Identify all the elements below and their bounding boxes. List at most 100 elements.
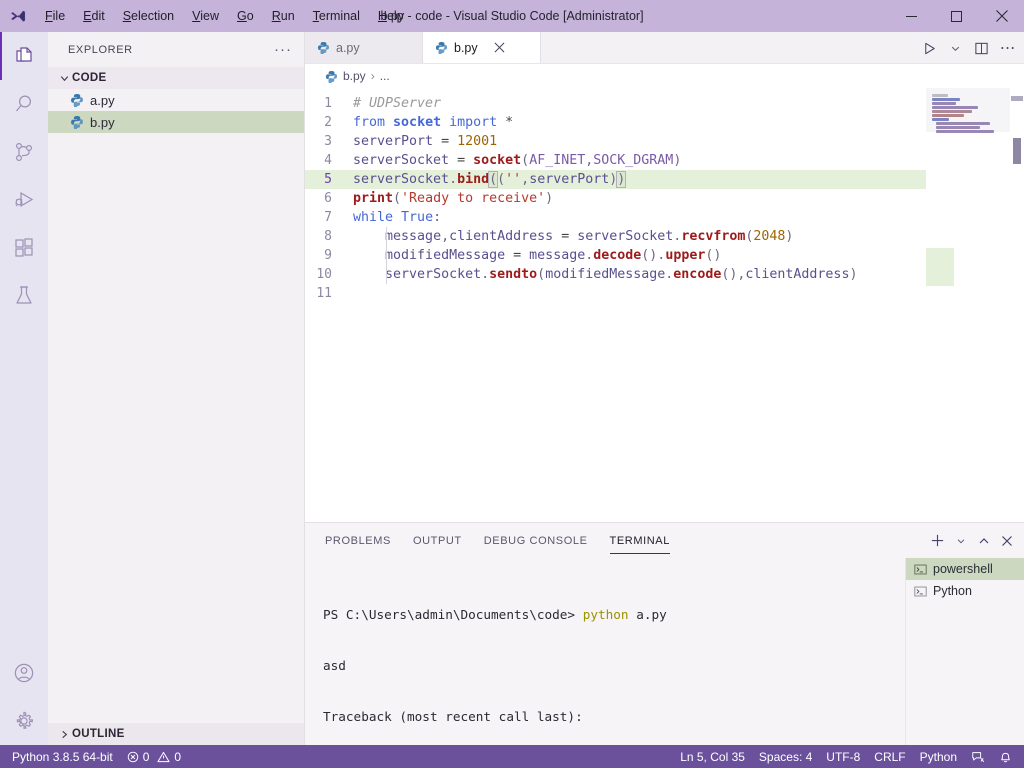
file-item-b-py[interactable]: b.py — [48, 111, 304, 133]
close-panel-button[interactable] — [995, 523, 1018, 558]
breadcrumb[interactable]: b.py › ... — [305, 64, 1024, 88]
sidebar-title: EXPLORER — [68, 43, 133, 56]
python-file-icon — [70, 115, 84, 129]
tab-b-py[interactable]: b.py — [423, 32, 541, 63]
tab-a-py[interactable]: a.py — [305, 32, 423, 63]
breadcrumb-trail[interactable]: ... — [380, 69, 390, 83]
breadcrumb-separator: › — [370, 69, 375, 83]
status-eol[interactable]: CRLF — [867, 745, 912, 768]
code-line-1: 1 # UDPServer — [305, 94, 1024, 113]
line-content: serverSocket.bind(('',serverPort)) — [353, 171, 627, 188]
code-editor[interactable]: 1 # UDPServer 2 from socket import * 3 s… — [305, 88, 1024, 522]
status-indentation[interactable]: Spaces: 4 — [752, 745, 819, 768]
terminal-icon — [914, 585, 927, 598]
maximize-panel-button[interactable] — [972, 523, 995, 558]
sidebar-item-source-control[interactable] — [0, 128, 48, 176]
sidebar-item-search[interactable] — [0, 80, 48, 128]
python-file-icon — [325, 70, 338, 83]
accounts-button[interactable] — [0, 649, 48, 697]
menu-file[interactable]: File — [36, 0, 74, 32]
status-language-mode[interactable]: Python — [913, 745, 964, 768]
terminal-output[interactable]: PS C:\Users\admin\Documents\code> python… — [305, 558, 905, 768]
status-error-count: 0 — [142, 749, 150, 764]
bottom-panel: PROBLEMS OUTPUT DEBUG CONSOLE TERMINAL P… — [305, 522, 1024, 768]
close-icon[interactable] — [494, 42, 505, 53]
split-editor-right-button[interactable] — [968, 32, 994, 64]
minimap-slider[interactable] — [926, 88, 1010, 132]
ellipsis-icon — [1000, 46, 1014, 50]
terminal-instances-list: powershell Python — [905, 558, 1024, 768]
line-number: 10 — [316, 267, 332, 282]
menu-go[interactable]: Go — [228, 0, 263, 32]
run-debug-icon — [15, 191, 34, 208]
sidebar-item-extensions[interactable] — [0, 224, 48, 272]
status-notifications-button[interactable] — [992, 745, 1024, 768]
status-python-version[interactable]: Python 3.8.5 64-bit — [0, 745, 120, 768]
chevron-down-icon — [951, 46, 959, 51]
status-cursor-position[interactable]: Ln 5, Col 35 — [673, 745, 752, 768]
status-feedback-button[interactable] — [964, 745, 992, 768]
chevron-right-icon — [56, 729, 72, 740]
maximize-button[interactable] — [934, 0, 979, 32]
tab-problems[interactable]: PROBLEMS — [325, 523, 391, 558]
window-controls[interactable] — [889, 0, 1024, 32]
menu-terminal[interactable]: Terminal — [304, 0, 369, 32]
menu-selection[interactable]: Selection — [114, 0, 183, 32]
folder-row-code[interactable]: CODE — [48, 67, 304, 89]
split-editor-icon — [974, 42, 988, 54]
minimap[interactable] — [926, 88, 1010, 522]
menu-bar[interactable]: File Edit Selection View Go Run Terminal… — [36, 0, 413, 32]
line-number: 9 — [324, 248, 332, 263]
menu-edit[interactable]: Edit — [74, 0, 114, 32]
line-number: 3 — [324, 134, 332, 149]
status-problems[interactable]: 0 0 — [120, 745, 188, 768]
menu-help[interactable]: Help — [369, 0, 413, 32]
status-encoding[interactable]: UTF-8 — [819, 745, 867, 768]
breadcrumb-file[interactable]: b.py — [343, 69, 366, 83]
folder-label: CODE — [72, 72, 107, 84]
minimize-button[interactable] — [889, 0, 934, 32]
sidebar-more-actions-button[interactable]: ··· — [274, 42, 292, 57]
tab-debug-console[interactable]: DEBUG CONSOLE — [484, 523, 588, 558]
code-line-8: 8 message,clientAddress = serverSocket.r… — [305, 227, 1024, 246]
line-number: 8 — [324, 229, 332, 244]
status-warning-count: 0 — [174, 749, 182, 764]
tab-terminal[interactable]: TERMINAL — [609, 523, 671, 558]
line-content: message,clientAddress = serverSocket.rec… — [385, 229, 794, 244]
manage-settings-button[interactable] — [0, 697, 48, 745]
outline-label: OUTLINE — [72, 728, 125, 740]
outline-section-header[interactable]: OUTLINE — [48, 723, 304, 745]
panel-tab-bar: PROBLEMS OUTPUT DEBUG CONSOLE TERMINAL — [305, 523, 1024, 558]
code-line-5: 5 serverSocket.bind(('',serverPort)) — [305, 170, 1024, 189]
new-terminal-button[interactable] — [926, 523, 949, 558]
terminal-prompt: PS C:\Users\admin\Documents\code> — [323, 607, 583, 622]
line-number: 2 — [324, 115, 332, 130]
files-icon — [16, 47, 32, 62]
sidebar-item-run-debug[interactable] — [0, 176, 48, 224]
editor-tab-bar: a.py b.py — [305, 32, 1024, 64]
editor-scrollbar[interactable] — [1010, 88, 1024, 522]
sidebar-item-testing[interactable] — [0, 272, 48, 320]
run-options-dropdown[interactable] — [942, 32, 968, 64]
file-item-a-py[interactable]: a.py — [48, 89, 304, 111]
search-icon — [16, 95, 32, 112]
tab-output[interactable]: OUTPUT — [413, 523, 462, 558]
scrollbar-thumb[interactable] — [1013, 138, 1021, 164]
vscode-logo-icon — [0, 0, 36, 32]
close-button[interactable] — [979, 0, 1024, 32]
terminal-instance-powershell[interactable]: powershell — [906, 558, 1024, 580]
explorer-sidebar: EXPLORER ··· CODE a.py b.py OUTLINE — [48, 32, 305, 745]
activity-bar — [0, 32, 48, 745]
status-bar-right: Ln 5, Col 35 Spaces: 4 UTF-8 CRLF Python — [673, 745, 1024, 768]
more-editor-actions-button[interactable] — [994, 32, 1020, 64]
menu-run[interactable]: Run — [263, 0, 304, 32]
run-python-file-button[interactable] — [916, 32, 942, 64]
sidebar-item-explorer[interactable] — [0, 32, 48, 80]
terminal-instance-python[interactable]: Python — [906, 580, 1024, 602]
indent-guide — [386, 265, 387, 284]
indent-guide — [386, 246, 387, 265]
line-content: print('Ready to receive') — [353, 191, 554, 206]
code-line-10: 10 serverSocket.sendto(modifiedMessage.e… — [305, 265, 1024, 284]
terminal-select-dropdown[interactable] — [949, 523, 972, 558]
menu-view[interactable]: View — [183, 0, 228, 32]
